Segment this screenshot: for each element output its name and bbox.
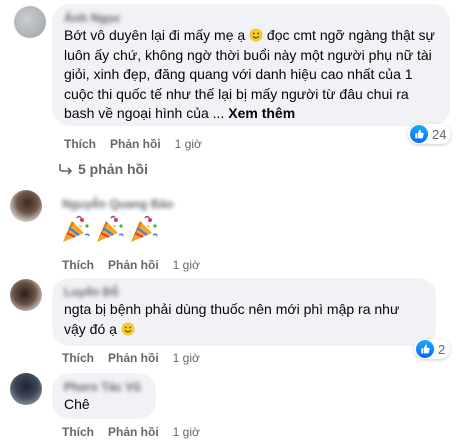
comment-text: Chê — [64, 396, 90, 412]
reply-button[interactable]: Phản hồi — [108, 257, 159, 273]
like-button[interactable]: Thích — [62, 257, 94, 273]
party-popper-icon — [131, 215, 158, 242]
reply-button[interactable]: Phản hồi — [108, 350, 159, 366]
see-more-link[interactable]: Xem thêm — [228, 105, 295, 121]
reply-arrow-icon — [59, 164, 73, 175]
avatar[interactable] — [10, 373, 42, 405]
comment-timestamp[interactable]: 1 giờ — [175, 136, 202, 152]
reaction-count: 2 — [438, 341, 446, 357]
comment-text: ngta bị bệnh phải dùng thuốc nên mới phì… — [64, 301, 400, 337]
party-popper-icon — [63, 215, 90, 242]
comment-author[interactable]: Nguyễn Quang Bảo — [62, 196, 182, 212]
comment-timestamp[interactable]: 1 giờ — [173, 350, 200, 366]
like-button[interactable]: Thích — [62, 424, 94, 440]
avatar[interactable] — [10, 190, 42, 222]
reaction-summary[interactable]: 24 — [408, 124, 452, 144]
like-icon — [416, 340, 434, 358]
comment-author[interactable]: Phero Tác Vũ — [64, 379, 144, 395]
comment-bubble: Ánh Ngọc Bớt vô duyên lại đi mấy mẹ ạ đọ… — [52, 4, 450, 126]
like-button[interactable]: Thích — [62, 350, 94, 366]
comment-actions: Thích Phản hồi 1 giờ — [62, 424, 200, 440]
reply-button[interactable]: Phản hồi — [110, 136, 161, 152]
avatar[interactable] — [10, 279, 42, 311]
comment-actions: Thích Phản hồi 1 giờ — [62, 350, 200, 366]
comment-timestamp[interactable]: 1 giờ — [173, 424, 200, 440]
view-replies-link[interactable]: 5 phản hồi — [58, 160, 148, 178]
like-button[interactable]: Thích — [64, 136, 96, 152]
like-icon — [410, 125, 428, 143]
comment-author[interactable]: Luyến Đỗ — [64, 284, 424, 300]
comment-text: Bớt vô duyên lại đi mấy mẹ ạ đọc cmt ngỡ… — [64, 27, 435, 121]
comment-bubble: Phero Tác Vũ Chê — [52, 373, 156, 419]
comment-bubble: Luyến Đỗ ngta bị bệnh phải dùng thuốc nê… — [52, 278, 436, 346]
reaction-count: 24 — [432, 126, 447, 142]
emoji-content — [60, 213, 160, 245]
comment-actions: Thích Phản hồi 1 giờ — [62, 257, 200, 273]
comment-actions: Thích Phản hồi 1 giờ — [64, 136, 202, 152]
smiling-face-emoji-icon — [121, 321, 135, 336]
comment-timestamp[interactable]: 1 giờ — [173, 257, 200, 273]
party-popper-icon — [97, 215, 124, 242]
reply-button[interactable]: Phản hồi — [108, 424, 159, 440]
smiling-face-emoji-icon — [249, 28, 263, 42]
reaction-summary[interactable]: 2 — [414, 339, 451, 359]
avatar[interactable] — [14, 6, 46, 38]
comment-author[interactable]: Ánh Ngọc — [64, 10, 438, 26]
